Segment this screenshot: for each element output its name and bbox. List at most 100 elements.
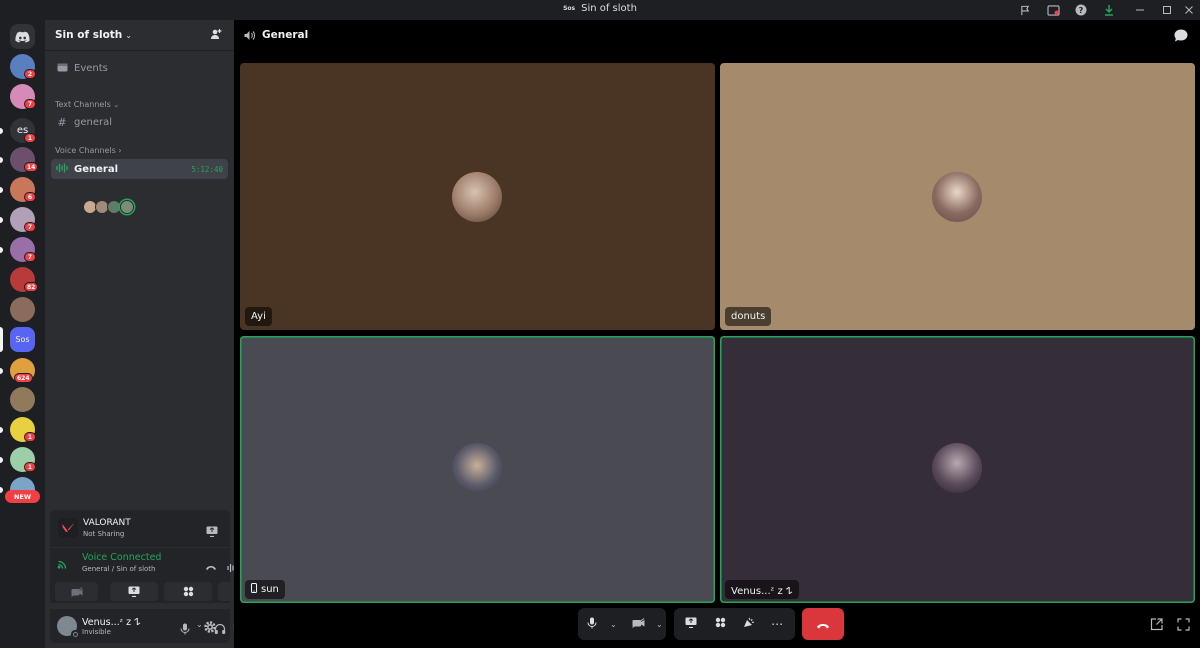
channel-header: General bbox=[234, 20, 1200, 50]
activity-status: Not Sharing bbox=[83, 530, 125, 538]
hang-up-phone-icon bbox=[816, 615, 830, 634]
more-options-button[interactable]: ⋯ bbox=[763, 609, 792, 639]
participant-name: Ayi bbox=[251, 311, 266, 322]
voice-member-avatar[interactable] bbox=[107, 200, 121, 214]
hashtag-icon: # bbox=[57, 115, 67, 129]
server-name: Sin of sloth bbox=[55, 29, 123, 41]
avatar[interactable] bbox=[932, 443, 982, 493]
share-screen-icon[interactable] bbox=[206, 522, 218, 541]
server-badge: 82 bbox=[24, 282, 39, 292]
activity-controls: ⋯ bbox=[674, 608, 795, 640]
participant-name: Venus...ᶻ z 𐰁 bbox=[731, 585, 793, 597]
server-unread-pill bbox=[0, 427, 3, 433]
server-unread-pill bbox=[0, 187, 3, 193]
server-badge: 1 bbox=[24, 133, 36, 143]
soundboard-button[interactable] bbox=[735, 609, 764, 639]
server-unread-pill bbox=[0, 217, 3, 223]
avatar[interactable] bbox=[452, 443, 502, 493]
popout-icon[interactable] bbox=[1148, 616, 1164, 632]
chevron-right-icon: › bbox=[118, 146, 122, 155]
avatar[interactable] bbox=[452, 172, 502, 222]
server-12-icon[interactable] bbox=[10, 387, 35, 412]
new-badge[interactable]: NEW bbox=[5, 490, 40, 503]
voice-status-panel: Voice Connected General / Sin of sloth bbox=[50, 547, 266, 603]
server-9-icon[interactable] bbox=[10, 297, 35, 322]
help-icon[interactable]: ? bbox=[1073, 2, 1089, 18]
voice-member-avatar[interactable] bbox=[120, 200, 134, 214]
mic-options-chevron-down-icon[interactable]: ⌄ bbox=[607, 609, 620, 639]
server-unread-pill bbox=[0, 487, 3, 493]
mute-button[interactable] bbox=[578, 609, 607, 639]
server-unread-pill bbox=[0, 247, 3, 253]
camera-button[interactable] bbox=[624, 609, 653, 639]
invite-people-icon[interactable] bbox=[210, 28, 222, 43]
text-channel-label: general bbox=[74, 116, 113, 128]
events-label: Events bbox=[74, 62, 108, 74]
camera-options-chevron-down-icon[interactable]: ⌄ bbox=[653, 609, 666, 639]
server-sos-icon[interactable]: Sos bbox=[10, 327, 35, 352]
voice-channel-label: General bbox=[74, 163, 118, 175]
fullscreen-icon[interactable] bbox=[1175, 616, 1191, 632]
text-channels-category[interactable]: Text Channels ⌄ bbox=[55, 100, 119, 109]
avatar[interactable] bbox=[932, 172, 982, 222]
inbox-screen-icon[interactable] bbox=[1045, 2, 1061, 18]
participant-name-tag: donuts bbox=[725, 307, 772, 326]
disconnect-call-button[interactable] bbox=[802, 608, 844, 640]
camera-off-button[interactable] bbox=[55, 582, 98, 601]
chevron-down-icon: ⌄ bbox=[113, 101, 120, 109]
connection-signal-icon[interactable] bbox=[57, 555, 69, 574]
server-header[interactable]: Sin of sloth ⌄ bbox=[45, 20, 234, 51]
ellipsis-icon: ⋯ bbox=[771, 617, 785, 631]
server-badge: 14 bbox=[24, 162, 39, 172]
server-badge: 1 bbox=[24, 432, 36, 442]
minimize-icon[interactable] bbox=[1132, 2, 1148, 18]
channel-general-voice[interactable]: General 5:12:40 bbox=[51, 159, 228, 179]
flag-icon[interactable] bbox=[1017, 2, 1033, 18]
voice-connected-label[interactable]: Voice Connected bbox=[82, 552, 161, 563]
activities-button[interactable] bbox=[706, 609, 735, 639]
gear-icon[interactable] bbox=[203, 619, 217, 638]
participant-tile[interactable]: sun bbox=[240, 336, 715, 603]
voice-location[interactable]: General / Sin of sloth bbox=[82, 565, 155, 573]
chevron-down-icon[interactable]: ⌄ bbox=[196, 620, 203, 629]
chat-bubble-icon[interactable] bbox=[1174, 27, 1188, 46]
channel-general-text[interactable]: # general bbox=[51, 112, 228, 132]
activity-panel: VALORANT Not Sharing bbox=[50, 510, 230, 547]
server-unread-pill bbox=[0, 457, 3, 463]
screenshare-button[interactable] bbox=[677, 609, 706, 639]
maximize-icon[interactable] bbox=[1159, 2, 1175, 18]
window-title-icon: Sos bbox=[563, 5, 576, 12]
participant-tile[interactable]: donuts bbox=[720, 63, 1195, 330]
download-icon[interactable] bbox=[1101, 2, 1117, 18]
speaker-icon bbox=[244, 26, 256, 45]
disconnect-icon[interactable] bbox=[205, 558, 217, 577]
participant-name-tag: Ayi bbox=[245, 307, 272, 326]
participant-tile[interactable]: Venus...ᶻ z 𐰁 bbox=[720, 336, 1195, 603]
username[interactable]: Venus...ᶻ z 𐰁 bbox=[82, 615, 140, 628]
server-badge: 2 bbox=[24, 69, 36, 79]
activity-game: VALORANT bbox=[83, 518, 131, 528]
voice-channels-category[interactable]: Voice Channels › bbox=[55, 146, 122, 155]
mic-camera-controls: ⌄ ⌄ bbox=[578, 608, 666, 640]
participant-name-tag: Venus...ᶻ z 𐰁 bbox=[725, 580, 799, 599]
voice-timer: 5:12:40 bbox=[191, 164, 223, 174]
activities-icon bbox=[183, 582, 194, 601]
title-bar: Sos Sin of sloth ? bbox=[0, 0, 1200, 20]
events-item[interactable]: Events bbox=[51, 58, 228, 78]
camera-off-icon bbox=[632, 617, 645, 631]
page-title: General bbox=[262, 29, 309, 41]
microphone-icon[interactable] bbox=[180, 620, 190, 639]
server-unread-pill bbox=[0, 128, 3, 134]
close-icon[interactable] bbox=[1181, 2, 1197, 18]
participant-name: sun bbox=[261, 584, 279, 595]
server-badge: 624 bbox=[14, 373, 33, 383]
svg-text:?: ? bbox=[1079, 6, 1084, 15]
share-screen-icon bbox=[685, 617, 697, 631]
screenshare-button[interactable] bbox=[110, 582, 158, 601]
valorant-logo-icon bbox=[58, 518, 78, 538]
server-badge: 6 bbox=[24, 192, 36, 202]
server-badge: 1 bbox=[24, 462, 36, 472]
participant-tile[interactable]: Ayi bbox=[240, 63, 715, 330]
discord-home-icon[interactable] bbox=[10, 24, 35, 49]
activities-button[interactable] bbox=[164, 582, 212, 601]
